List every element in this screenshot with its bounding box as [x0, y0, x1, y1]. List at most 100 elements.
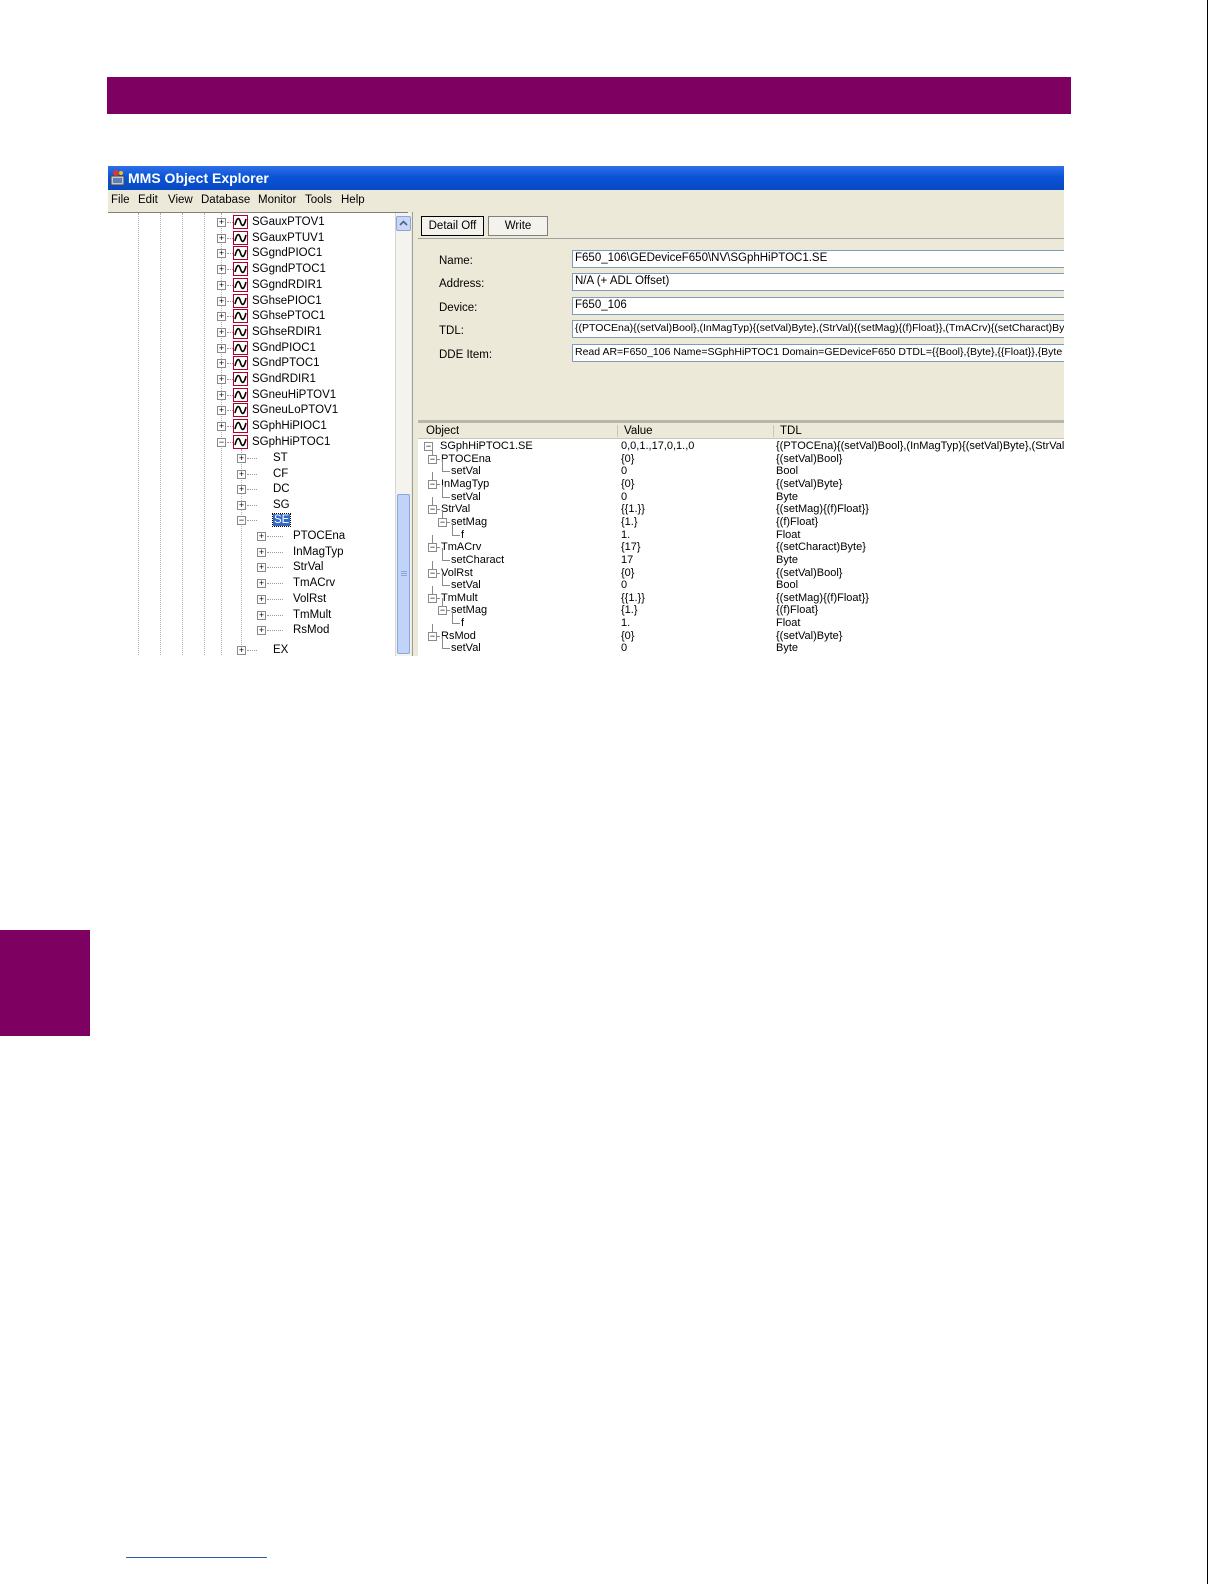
expand-icon[interactable]: + — [217, 422, 226, 432]
grid-row[interactable]: − TmACrv {17} {(setCharact)Byte} — [418, 535, 1064, 554]
expand-icon[interactable]: + — [257, 563, 266, 573]
expand-icon[interactable]: + — [217, 343, 226, 353]
menu-tools[interactable]: Tools — [305, 194, 332, 206]
expand-icon[interactable]: + — [217, 390, 226, 400]
scroll-up-button[interactable] — [396, 216, 411, 231]
object-tree[interactable]: + SGauxPTOV1 + SGauxPTUV1 + SGgndPIOC1 + SGgndP… — [108, 212, 408, 656]
tree-node-sg[interactable]: + SG — [108, 498, 393, 514]
tree-node[interactable]: + SGneuLoPTOV1 — [108, 403, 393, 419]
tdl-field[interactable]: {(PTOCEna){(setVal)Bool},(InMagTyp){(set… — [572, 320, 1064, 338]
collapse-icon[interactable]: − — [428, 505, 437, 515]
object-value-grid[interactable]: Object Value TDL − SGphHiPTOC1.SE 0,0,1.,1… — [418, 424, 1064, 656]
expand-icon[interactable]: + — [257, 610, 266, 620]
scroll-thumb[interactable] — [397, 494, 410, 654]
expand-icon[interactable]: + — [217, 375, 226, 384]
collapse-icon[interactable]: − — [217, 437, 226, 447]
tree-node-dc[interactable]: + DC — [108, 482, 393, 498]
tree-node-ptocena[interactable]: + PTOCEna — [108, 529, 393, 545]
write-button[interactable]: Write — [488, 216, 548, 236]
menu-monitor[interactable]: Monitor — [258, 194, 296, 206]
name-field[interactable]: F650_106\GEDeviceF650\NV\SGphHiPTOC1.SE — [572, 250, 1064, 268]
grid-row[interactable]: − RsMod {0} {(setVal)Byte} — [418, 623, 1064, 643]
collapse-icon[interactable]: − — [438, 517, 447, 527]
grid-row[interactable]: setVal 0 Byte — [418, 636, 1064, 655]
menu-view[interactable]: View — [168, 194, 193, 206]
tree-node-st[interactable]: + ST — [108, 451, 393, 467]
address-field[interactable]: N/A (+ ADL Offset) — [572, 273, 1064, 291]
tree-node[interactable]: + SGneuHiPTOV1 — [108, 387, 393, 404]
expand-icon[interactable]: + — [217, 296, 226, 306]
grid-row[interactable]: setCharact 17 Byte — [418, 547, 1064, 567]
pane-divider[interactable] — [418, 420, 1064, 423]
menu-edit[interactable]: Edit — [138, 194, 158, 206]
grid-row[interactable]: − VolRst {0} {(setVal)Bool} — [418, 560, 1064, 580]
grid-row[interactable]: f 1. Float — [418, 522, 1064, 542]
expand-icon[interactable]: + — [237, 646, 246, 655]
expand-icon[interactable]: + — [237, 500, 246, 510]
grid-row[interactable]: − TmMult {{1.}} {(setMag){(f)Float}} — [418, 585, 1064, 605]
expand-icon[interactable]: + — [217, 327, 226, 337]
expand-icon[interactable]: + — [217, 406, 226, 416]
column-separator[interactable] — [773, 425, 774, 437]
expand-icon[interactable]: + — [257, 579, 266, 589]
grid-row[interactable]: setVal 0 Byte — [418, 484, 1064, 504]
tree-node[interactable]: + SGauxPTUV1 — [108, 230, 393, 247]
expand-icon[interactable]: + — [217, 280, 226, 290]
tree-node-ex[interactable]: + EX — [108, 643, 398, 656]
expand-icon[interactable]: + — [217, 218, 226, 227]
tree-node-tmacrv[interactable]: + TmACrv — [108, 576, 393, 592]
expand-icon[interactable]: + — [257, 626, 266, 636]
title-bar[interactable]: MMS Object Explorer — [108, 166, 1064, 190]
dde-item-field[interactable]: Read AR=F650_106 Name=SGphHiPTOC1 Domain… — [572, 344, 1064, 362]
collapse-icon[interactable]: − — [237, 516, 246, 526]
grid-row[interactable]: setVal 0 Bool — [418, 573, 1064, 592]
collapse-icon[interactable]: − — [428, 479, 437, 489]
expand-icon[interactable]: + — [237, 469, 246, 479]
tree-node[interactable]: + SGphHiPIOC1 — [108, 419, 393, 435]
expand-icon[interactable]: + — [217, 249, 226, 259]
expand-icon[interactable]: + — [217, 359, 226, 369]
tree-node-tmmult[interactable]: + TmMult — [108, 608, 393, 624]
collapse-icon[interactable]: − — [428, 543, 437, 553]
tree-node[interactable]: + SGndPTOC1 — [108, 356, 393, 372]
tree-node[interactable]: + SGgndPTOC1 — [108, 262, 393, 278]
collapse-icon[interactable]: − — [428, 631, 437, 641]
grid-row[interactable]: − StrVal {{1.}} {(setMag){(f)Float}} — [418, 497, 1064, 516]
column-header-object[interactable]: Object — [426, 425, 459, 437]
tree-node[interactable]: + SGhsePTOC1 — [108, 309, 393, 325]
grid-row[interactable]: setVal 0 Bool — [418, 459, 1064, 478]
expand-icon[interactable]: + — [217, 265, 226, 275]
grid-row[interactable]: − setMag {1.} {(f)Float} — [418, 598, 1064, 617]
tree-node-volrst[interactable]: + VolRst — [108, 592, 393, 608]
tree-node-strval[interactable]: + StrVal — [108, 560, 393, 576]
column-header-tdl[interactable]: TDL — [780, 425, 802, 437]
collapse-icon[interactable]: − — [428, 568, 437, 578]
grid-row[interactable]: − SGphHiPTOC1.SE 0,0,1.,17,0,1.,0 {(PTOCEna… — [418, 440, 1064, 453]
tree-node[interactable]: + SGhsePIOC1 — [108, 293, 393, 310]
grid-row[interactable]: − setMag {1.} {(f)Float} — [418, 509, 1064, 529]
tree-node-se[interactable]: − SE — [108, 513, 393, 529]
expand-icon[interactable]: + — [237, 485, 246, 495]
tree-node-rsmod[interactable]: + RsMod — [108, 623, 393, 639]
tree-node[interactable]: + SGauxPTOV1 — [108, 215, 393, 231]
expand-icon[interactable]: + — [217, 312, 226, 322]
menu-database[interactable]: Database — [201, 194, 250, 206]
tree-node-inmagtyp[interactable]: + InMagTyp — [108, 545, 393, 561]
collapse-icon[interactable]: − — [438, 606, 447, 616]
expand-icon[interactable]: + — [257, 532, 266, 541]
expand-icon[interactable]: + — [257, 547, 266, 557]
tree-node[interactable]: + SGgndPIOC1 — [108, 246, 393, 262]
collapse-icon[interactable]: − — [428, 593, 437, 603]
menu-help[interactable]: Help — [341, 194, 365, 206]
tree-node[interactable]: + SGndRDIR1 — [108, 372, 393, 388]
expand-icon[interactable]: + — [237, 454, 246, 463]
tree-node-cf[interactable]: + CF — [108, 467, 393, 483]
expand-icon[interactable]: + — [257, 594, 266, 604]
grid-row[interactable]: − InMagTyp {0} {(setVal)Byte} — [418, 471, 1064, 491]
grid-row[interactable]: f 1. Float — [418, 611, 1064, 630]
menu-file[interactable]: File — [111, 194, 130, 206]
column-header-value[interactable]: Value — [624, 425, 653, 437]
collapse-icon[interactable]: − — [428, 454, 437, 464]
detail-off-button[interactable]: Detail Off — [421, 216, 484, 236]
tree-vertical-scrollbar[interactable] — [395, 213, 411, 656]
